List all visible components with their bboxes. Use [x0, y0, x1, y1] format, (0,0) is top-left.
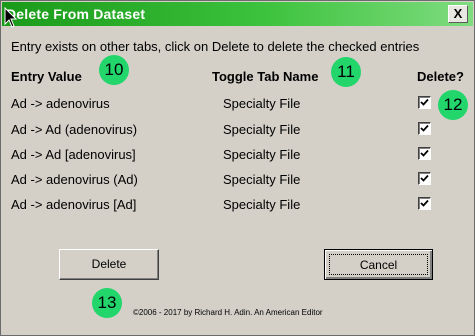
entry-row: Ad -> Ad (adenovirus) Specialty File: [1, 122, 471, 144]
entry-value: Ad -> adenovirus (Ad): [11, 172, 138, 187]
delete-checkbox[interactable]: [418, 147, 431, 160]
entry-value: Ad -> Ad (adenovirus): [11, 122, 138, 137]
check-icon: [420, 149, 429, 157]
delete-checkbox[interactable]: [418, 96, 431, 109]
toggle-tab-name: Specialty File: [223, 122, 301, 137]
title-bar[interactable]: Delete From Dataset X: [2, 2, 473, 26]
mouse-cursor-icon: [4, 7, 18, 28]
entry-value: Ad -> Ad [adenovirus]: [11, 147, 136, 162]
delete-from-dataset-dialog: Delete From Dataset X Entry exists on ot…: [0, 0, 475, 336]
entry-row: Ad -> Ad [adenovirus] Specialty File: [1, 147, 471, 169]
toggle-tab-name: Specialty File: [223, 172, 301, 187]
copyright-text: ©2006 - 2017 by Richard H. Adin. An Amer…: [133, 308, 323, 317]
check-icon: [420, 98, 429, 106]
annotation-badge: 11: [331, 57, 361, 87]
toggle-tab-name: Specialty File: [223, 197, 301, 212]
entry-row: Ad -> adenovirus (Ad) Specialty File: [1, 172, 471, 194]
annotation-badge: 12: [438, 90, 468, 120]
dialog-title: Delete From Dataset: [6, 6, 146, 22]
delete-checkbox[interactable]: [418, 172, 431, 185]
annotation-badge: 10: [99, 55, 129, 85]
check-icon: [420, 174, 429, 182]
delete-checkbox[interactable]: [418, 197, 431, 210]
entry-row: Ad -> adenovirus [Ad] Specialty File: [1, 197, 471, 219]
entry-value-header: Entry Value: [11, 69, 82, 84]
check-icon: [420, 124, 429, 132]
toggle-tab-name-header: Toggle Tab Name: [212, 69, 319, 84]
check-icon: [420, 199, 429, 207]
annotation-badge: 13: [92, 288, 122, 318]
entry-value: Ad -> adenovirus: [11, 96, 110, 111]
entry-row: Ad -> adenovirus Specialty File: [1, 96, 471, 118]
toggle-tab-name: Specialty File: [223, 96, 301, 111]
toggle-tab-name: Specialty File: [223, 147, 301, 162]
close-button[interactable]: X: [448, 5, 468, 23]
delete-header: Delete?: [417, 69, 464, 84]
cancel-button[interactable]: Cancel: [324, 249, 433, 280]
instruction-text: Entry exists on other tabs, click on Del…: [11, 39, 420, 54]
entry-value: Ad -> adenovirus [Ad]: [11, 197, 137, 212]
cancel-button-label: Cancel: [329, 254, 428, 275]
delete-button[interactable]: Delete: [59, 249, 159, 280]
delete-checkbox[interactable]: [418, 122, 431, 135]
